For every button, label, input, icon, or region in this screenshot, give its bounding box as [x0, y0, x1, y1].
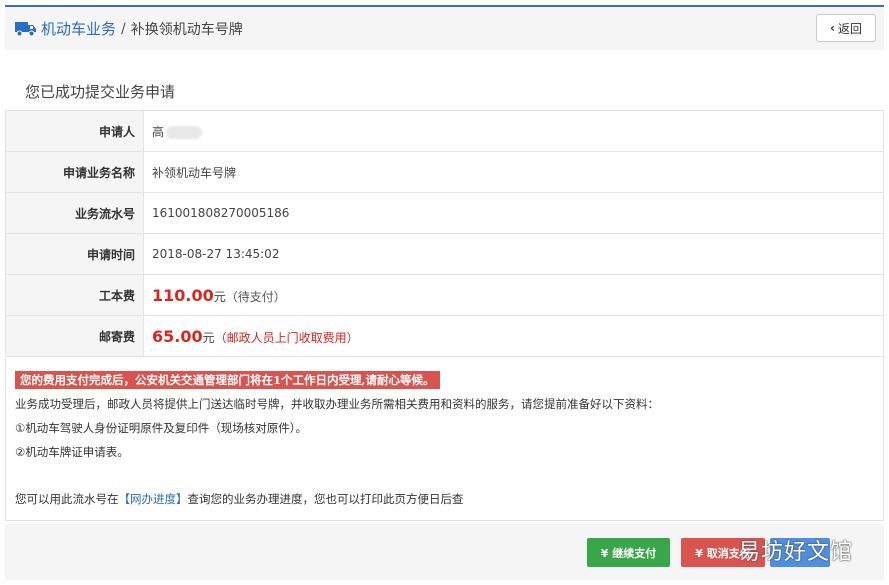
table-row: 申请业务名称 补领机动车号牌 [5, 151, 884, 193]
progress-text-post: 查询您的业务办理进度，您也可以打印此页方便日后查 [187, 492, 464, 506]
breadcrumb-main-link[interactable]: 机动车业务 [41, 18, 116, 39]
postage-amount: 65.00 [152, 326, 203, 346]
postage-unit: 元 [202, 330, 215, 345]
progress-text-pre: 您可以用此流水号在 [15, 492, 119, 506]
application-info-table: 申请人 高 申请业务名称 补领机动车号牌 业务流水号 1610018082700… [5, 110, 884, 357]
table-row: 邮寄费 65.00元（邮政人员上门收取费用） [5, 315, 884, 357]
fee-label: 工本费 [5, 274, 144, 316]
notice-line-progress: 您可以用此流水号在【网办进度】查询您的业务办理进度，您也可以打印此页方便日后查 [15, 491, 464, 507]
chevron-left-icon: ‹ [830, 21, 835, 35]
applicant-name: 高 [152, 124, 165, 139]
table-row: 工本费 110.00元（待支付） [5, 274, 884, 316]
applicant-value: 高 [143, 110, 884, 152]
apply-time-label: 申请时间 [5, 233, 144, 275]
back-button-label: 返回 [837, 21, 862, 36]
redacted-name-mask [166, 125, 203, 139]
serial-number-value: 161001808270005186 [143, 192, 884, 234]
fee-value-cell: 110.00元（待支付） [143, 274, 884, 316]
postage-note: （邮政人员上门收取费用） [214, 330, 359, 345]
applicant-label: 申请人 [5, 110, 144, 152]
page-title: 您已成功提交业务申请 [25, 83, 176, 101]
breadcrumb-current: 补换领机动车号牌 [130, 21, 243, 38]
back-button[interactable]: ‹ 返回 [816, 14, 876, 42]
business-name-label: 申请业务名称 [5, 151, 144, 193]
table-row: 申请时间 2018-08-27 13:45:02 [5, 233, 884, 275]
fee-unit: 元 [213, 289, 226, 304]
processing-alert: 您的费用支付完成后，公安机关交通管理部门将在1个工作日内受理,请耐心等候。 [15, 371, 440, 389]
notice-panel: 您的费用支付完成后，公安机关交通管理部门将在1个工作日内受理,请耐心等候。 业务… [5, 358, 884, 521]
truck-icon [15, 21, 36, 36]
page-header: 机动车业务 / 补换领机动车号牌 ‹ 返回 [5, 5, 884, 50]
postage-label: 邮寄费 [5, 315, 144, 357]
postage-value-cell: 65.00元（邮政人员上门收取费用） [143, 315, 884, 357]
watermark-text: 易坊好文馆 [738, 540, 854, 565]
table-row: 申请人 高 [5, 110, 884, 152]
apply-time-value: 2018-08-27 13:45:02 [143, 233, 884, 275]
business-name-value: 补领机动车号牌 [143, 151, 884, 193]
notice-line-id-docs: ①机动车驾驶人身份证明原件及复印件（现场核对原件）。 [15, 421, 308, 435]
breadcrumb-separator: / [121, 20, 126, 37]
fee-status: （待支付） [225, 289, 286, 304]
progress-link[interactable]: 【网办进度】 [119, 492, 188, 506]
table-row: 业务流水号 161001808270005186 [5, 192, 884, 234]
notice-line-service: 业务成功受理后，邮政人员将提供上门送达临时号牌，并收取办理业务所需相关费用和资料… [15, 397, 659, 411]
notice-line-application-form: ②机动车牌证申请表。 [15, 445, 129, 459]
breadcrumb: 机动车业务 / 补换领机动车号牌 [15, 18, 243, 39]
serial-number-label: 业务流水号 [5, 192, 144, 234]
continue-pay-button[interactable]: ¥ 继续支付 [587, 538, 670, 567]
fee-amount: 110.00 [152, 285, 214, 305]
